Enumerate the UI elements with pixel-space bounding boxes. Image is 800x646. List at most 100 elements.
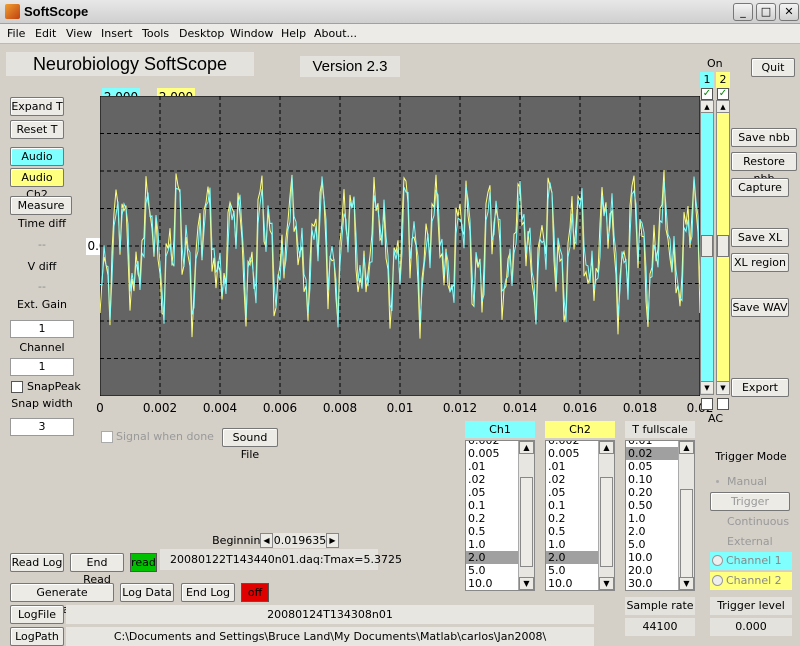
list-item[interactable]: 10.0 <box>466 577 518 590</box>
beginning-time-left-arrow[interactable]: ◀ <box>260 533 273 548</box>
menu-file[interactable]: File <box>7 27 25 40</box>
signal-when-done-checkbox[interactable] <box>101 431 113 443</box>
ch1-ac-checkbox[interactable] <box>701 398 713 410</box>
list-item[interactable]: 0.5 <box>546 525 598 538</box>
ext-gain-input[interactable]: 1 <box>10 320 74 338</box>
list-item[interactable]: 10.0 <box>626 551 678 564</box>
menu-desktop[interactable]: Desktop <box>179 27 224 40</box>
list-item[interactable]: 5.0 <box>466 564 518 577</box>
ch1-slider-thumb[interactable] <box>701 235 713 257</box>
export-button[interactable]: Export <box>731 378 789 397</box>
list-item[interactable]: 0.05 <box>626 460 678 473</box>
list-item[interactable]: 2.0 <box>626 525 678 538</box>
snap-width-input[interactable]: 3 <box>10 418 74 436</box>
ch2-on-checkbox[interactable]: ✓ <box>717 88 729 100</box>
list-item[interactable]: 0.005 <box>466 447 518 460</box>
ch2-list-down-arrow[interactable]: ▼ <box>599 577 614 590</box>
menu-tools[interactable]: Tools <box>142 27 169 40</box>
manual-radio[interactable] <box>712 476 723 487</box>
close-button[interactable]: ✕ <box>779 3 799 21</box>
ch2-ac-checkbox[interactable] <box>717 398 729 410</box>
maximize-button[interactable]: □ <box>756 3 776 21</box>
ch1-on-checkbox[interactable]: ✓ <box>701 88 713 100</box>
xl-region-button[interactable]: XL region <box>731 253 789 272</box>
menu-view[interactable]: View <box>66 27 92 40</box>
channel1-radio[interactable] <box>712 555 723 566</box>
t-list-scrollbar[interactable]: ▲ ▼ <box>678 441 694 590</box>
list-item[interactable]: 10.0 <box>546 577 598 590</box>
ch2-list-up-arrow[interactable]: ▲ <box>599 441 614 454</box>
list-item[interactable]: 1.0 <box>626 512 678 525</box>
list-item[interactable]: 1.0 <box>466 538 518 551</box>
list-item[interactable]: 20.0 <box>626 564 678 577</box>
list-item[interactable]: 5.0 <box>546 564 598 577</box>
ch1-offset-slider[interactable]: ▲ ▼ <box>700 100 714 395</box>
logpath-button[interactable]: LogPath <box>10 627 64 646</box>
list-item[interactable]: 0.5 <box>466 525 518 538</box>
list-item[interactable]: 0.005 <box>546 447 598 460</box>
snap-peak-checkbox[interactable] <box>11 381 23 393</box>
audio-ch1-button[interactable]: Audio Ch1 <box>10 147 64 180</box>
read-log-button[interactable]: Read Log <box>10 553 64 572</box>
beginning-time-value[interactable]: 0.019635 <box>273 533 327 548</box>
trigger-button[interactable]: Trigger <box>710 492 790 511</box>
list-item[interactable]: 0.002 <box>546 441 598 447</box>
channel2-radio[interactable] <box>712 575 723 586</box>
logfile-button[interactable]: LogFile <box>10 605 64 624</box>
ch1-fullscale-list[interactable]: 0.002 0.005.01.02.05 0.1 0.2 0.5 1.0 2.0 5.0 10.… <box>465 440 535 591</box>
list-item[interactable]: 0.20 <box>626 486 678 499</box>
channel-input[interactable]: 1 <box>10 358 74 376</box>
measure-button[interactable]: Measure <box>10 196 72 215</box>
t-list-up-arrow[interactable]: ▲ <box>679 441 694 454</box>
list-item[interactable]: 0.01 <box>626 441 678 447</box>
menu-edit[interactable]: Edit <box>35 27 56 40</box>
list-item[interactable]: 5.0 <box>626 538 678 551</box>
log-data-button[interactable]: Log Data <box>120 583 174 602</box>
ch1-slider-up-arrow[interactable]: ▲ <box>701 101 713 113</box>
menu-window[interactable]: Window <box>230 27 273 40</box>
list-item[interactable]: 0.50 <box>626 499 678 512</box>
logfile-value[interactable]: 20080124T134308n01 <box>66 605 594 624</box>
t-list-down-arrow[interactable]: ▼ <box>679 577 694 590</box>
restore-nbb-button[interactable]: Restore nbb <box>731 152 797 185</box>
save-wav-button[interactable]: Save WAV <box>731 298 789 317</box>
minimize-button[interactable]: _ <box>733 3 753 21</box>
generate-filename-button[interactable]: Generate Filename <box>10 583 114 616</box>
list-item[interactable]: .05 <box>466 486 518 499</box>
logpath-value[interactable]: C:\Documents and Settings\Bruce Land\My … <box>66 627 594 646</box>
sample-rate-value[interactable]: 44100 <box>625 618 695 636</box>
list-item[interactable]: 2.0 <box>546 551 598 564</box>
menu-insert[interactable]: Insert <box>101 27 133 40</box>
list-item[interactable]: .02 <box>466 473 518 486</box>
list-item[interactable]: 0.2 <box>546 512 598 525</box>
list-item[interactable]: 2.0 <box>466 551 518 564</box>
list-item[interactable]: .01 <box>546 460 598 473</box>
ch1-slider-down-arrow[interactable]: ▼ <box>701 381 713 393</box>
ch2-list-thumb[interactable] <box>600 477 613 567</box>
t-fullscale-list[interactable]: 0.01 0.02 0.05 0.10 0.20 0.50 1.0 2.0 5.0 10.0 20.… <box>625 440 695 591</box>
reset-t-button[interactable]: Reset T <box>10 120 64 139</box>
list-item[interactable]: 0.1 <box>466 499 518 512</box>
menu-help[interactable]: Help <box>281 27 306 40</box>
list-item[interactable]: 1.0 <box>546 538 598 551</box>
capture-button[interactable]: Capture <box>731 178 789 197</box>
ch1-list-scrollbar[interactable]: ▲ ▼ <box>518 441 534 590</box>
list-item[interactable]: 0.002 <box>466 441 518 447</box>
list-item[interactable]: .02 <box>546 473 598 486</box>
beginning-time-right-arrow[interactable]: ▶ <box>326 533 339 548</box>
ch2-slider-up-arrow[interactable]: ▲ <box>717 101 729 113</box>
trigger-level-value[interactable]: 0.000 <box>710 618 792 636</box>
ch1-list-down-arrow[interactable]: ▼ <box>519 577 534 590</box>
list-item[interactable]: 0.10 <box>626 473 678 486</box>
sound-file-button[interactable]: Sound File <box>222 428 278 461</box>
end-read-button[interactable]: End Read <box>70 553 124 586</box>
ch2-fullscale-list[interactable]: 0.002 0.005.01.02.05 0.1 0.2 0.5 1.0 2.0 5.0 10.… <box>545 440 615 591</box>
list-item[interactable]: 0.1 <box>546 499 598 512</box>
save-xl-button[interactable]: Save XL <box>731 228 789 247</box>
list-item[interactable]: .01 <box>466 460 518 473</box>
ch2-slider-down-arrow[interactable]: ▼ <box>717 381 729 393</box>
list-item[interactable]: 0.02 <box>626 447 678 460</box>
ch1-list-up-arrow[interactable]: ▲ <box>519 441 534 454</box>
expand-t-button[interactable]: Expand T <box>10 97 64 116</box>
oscilloscope-plot[interactable] <box>100 96 700 396</box>
